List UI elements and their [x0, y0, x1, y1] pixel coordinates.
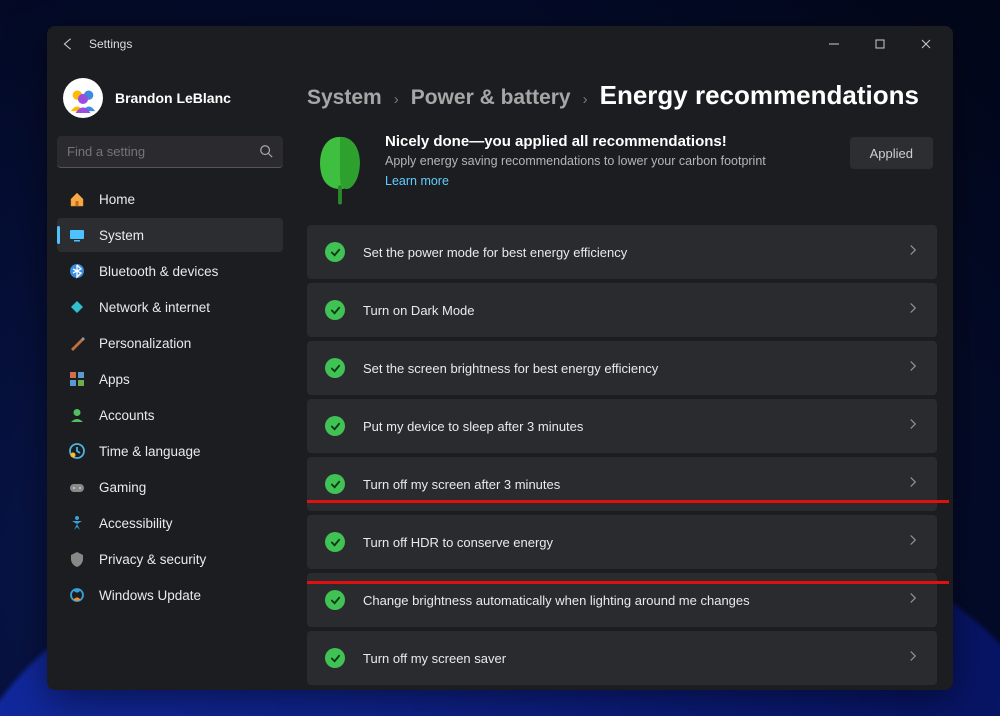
- sidebar-item-label: Gaming: [99, 480, 146, 495]
- chevron-right-icon: [907, 243, 919, 261]
- recommendation-label: Turn on Dark Mode: [345, 303, 907, 318]
- check-icon: [325, 532, 345, 552]
- sidebar-item-system[interactable]: System: [57, 218, 283, 252]
- sidebar-item-accounts[interactable]: Accounts: [57, 398, 283, 432]
- back-button[interactable]: [51, 26, 85, 62]
- sidebar-item-privacy[interactable]: Privacy & security: [57, 542, 283, 576]
- recommendation-item[interactable]: Set the screen brightness for best energ…: [307, 341, 937, 395]
- sidebar-item-label: Accounts: [99, 408, 155, 423]
- chevron-right-icon: [907, 475, 919, 493]
- sidebar-item-home[interactable]: Home: [57, 182, 283, 216]
- sidebar-item-label: Time & language: [99, 444, 201, 459]
- applied-button[interactable]: Applied: [850, 137, 933, 169]
- sidebar-item-time[interactable]: Time & language: [57, 434, 283, 468]
- sidebar-item-label: Home: [99, 192, 135, 207]
- maximize-button[interactable]: [857, 26, 903, 62]
- user-name: Brandon LeBlanc: [115, 90, 231, 106]
- sidebar-item-accessibility[interactable]: Accessibility: [57, 506, 283, 540]
- close-button[interactable]: [903, 26, 949, 62]
- recommendation-item[interactable]: Turn off my screen after 3 minutes: [307, 457, 937, 511]
- check-icon: [325, 474, 345, 494]
- recommendation-item[interactable]: Put my device to sleep after 3 minutes: [307, 399, 937, 453]
- avatar: [63, 78, 103, 118]
- accessibility-icon: [69, 515, 85, 531]
- window-title: Settings: [85, 37, 132, 51]
- breadcrumb: System › Power & battery › Energy recomm…: [307, 62, 949, 125]
- sidebar-item-label: Windows Update: [99, 588, 201, 603]
- hero-title: Nicely done—you applied all recommendati…: [385, 133, 834, 150]
- sidebar-item-label: Network & internet: [99, 300, 210, 315]
- apps-icon: [69, 371, 85, 387]
- recommendation-label: Set the power mode for best energy effic…: [345, 245, 907, 260]
- chevron-right-icon: [907, 533, 919, 551]
- breadcrumb-power[interactable]: Power & battery: [411, 86, 571, 110]
- sidebar-item-label: Apps: [99, 372, 130, 387]
- check-icon: [325, 648, 345, 668]
- chevron-right-icon: ›: [583, 91, 588, 108]
- update-icon: [69, 587, 85, 603]
- sidebar-item-label: Bluetooth & devices: [99, 264, 218, 279]
- recommendation-item[interactable]: Turn off HDR to conserve energy: [307, 515, 937, 569]
- sidebar-item-label: Accessibility: [99, 516, 173, 531]
- user-profile[interactable]: Brandon LeBlanc: [57, 68, 283, 136]
- sidebar-item-label: Privacy & security: [99, 552, 206, 567]
- privacy-icon: [69, 551, 85, 567]
- check-icon: [325, 242, 345, 262]
- chevron-right-icon: [907, 301, 919, 319]
- chevron-right-icon: [907, 591, 919, 609]
- search-icon: [259, 144, 273, 161]
- time-icon: [69, 443, 85, 459]
- sidebar-item-gaming[interactable]: Gaming: [57, 470, 283, 504]
- main-content: System › Power & battery › Energy recomm…: [293, 62, 953, 690]
- sidebar-item-network[interactable]: Network & internet: [57, 290, 283, 324]
- recommendation-label: Change brightness automatically when lig…: [345, 593, 907, 608]
- nav-list: Home System Bluetooth & devices Network & i…: [57, 182, 283, 612]
- recommendation-label: Put my device to sleep after 3 minutes: [345, 419, 907, 434]
- recommendation-label: Set the screen brightness for best energ…: [345, 361, 907, 376]
- hero-subtitle: Apply energy saving recommendations to l…: [385, 154, 834, 168]
- network-icon: [69, 299, 85, 315]
- check-icon: [325, 590, 345, 610]
- check-icon: [325, 416, 345, 436]
- sidebar-item-apps[interactable]: Apps: [57, 362, 283, 396]
- sidebar-item-label: System: [99, 228, 144, 243]
- page-title: Energy recommendations: [600, 80, 919, 111]
- recommendation-label: Turn off HDR to conserve energy: [345, 535, 907, 550]
- search-input[interactable]: [57, 136, 283, 168]
- bluetooth-icon: [69, 263, 85, 279]
- check-icon: [325, 358, 345, 378]
- chevron-right-icon: [907, 649, 919, 667]
- titlebar: Settings: [47, 26, 953, 62]
- sidebar-item-label: Personalization: [99, 336, 191, 351]
- chevron-right-icon: ›: [394, 91, 399, 108]
- recommendation-item[interactable]: Turn off my screen saver: [307, 631, 937, 685]
- recommendation-list: Set the power mode for best energy effic…: [307, 225, 937, 685]
- hero-card: Nicely done—you applied all recommendati…: [307, 125, 937, 225]
- check-icon: [325, 300, 345, 320]
- leaf-icon: [311, 133, 369, 205]
- gaming-icon: [69, 479, 85, 495]
- sidebar: Brandon LeBlanc Home System Bluetooth & de…: [47, 62, 293, 690]
- recommendation-item[interactable]: Turn on Dark Mode: [307, 283, 937, 337]
- personalization-icon: [69, 335, 85, 351]
- recommendation-item[interactable]: Set the power mode for best energy effic…: [307, 225, 937, 279]
- sidebar-item-update[interactable]: Windows Update: [57, 578, 283, 612]
- system-icon: [69, 227, 85, 243]
- accounts-icon: [69, 407, 85, 423]
- breadcrumb-system[interactable]: System: [307, 86, 382, 110]
- sidebar-item-bluetooth[interactable]: Bluetooth & devices: [57, 254, 283, 288]
- recommendation-item[interactable]: Change brightness automatically when lig…: [307, 573, 937, 627]
- recommendation-label: Turn off my screen after 3 minutes: [345, 477, 907, 492]
- settings-window: Settings Brandon LeBlanc Home System Bluet…: [47, 26, 953, 690]
- chevron-right-icon: [907, 359, 919, 377]
- chevron-right-icon: [907, 417, 919, 435]
- sidebar-item-personalization[interactable]: Personalization: [57, 326, 283, 360]
- minimize-button[interactable]: [811, 26, 857, 62]
- learn-more-link[interactable]: Learn more: [385, 174, 834, 188]
- recommendation-label: Turn off my screen saver: [345, 651, 907, 666]
- home-icon: [69, 191, 85, 207]
